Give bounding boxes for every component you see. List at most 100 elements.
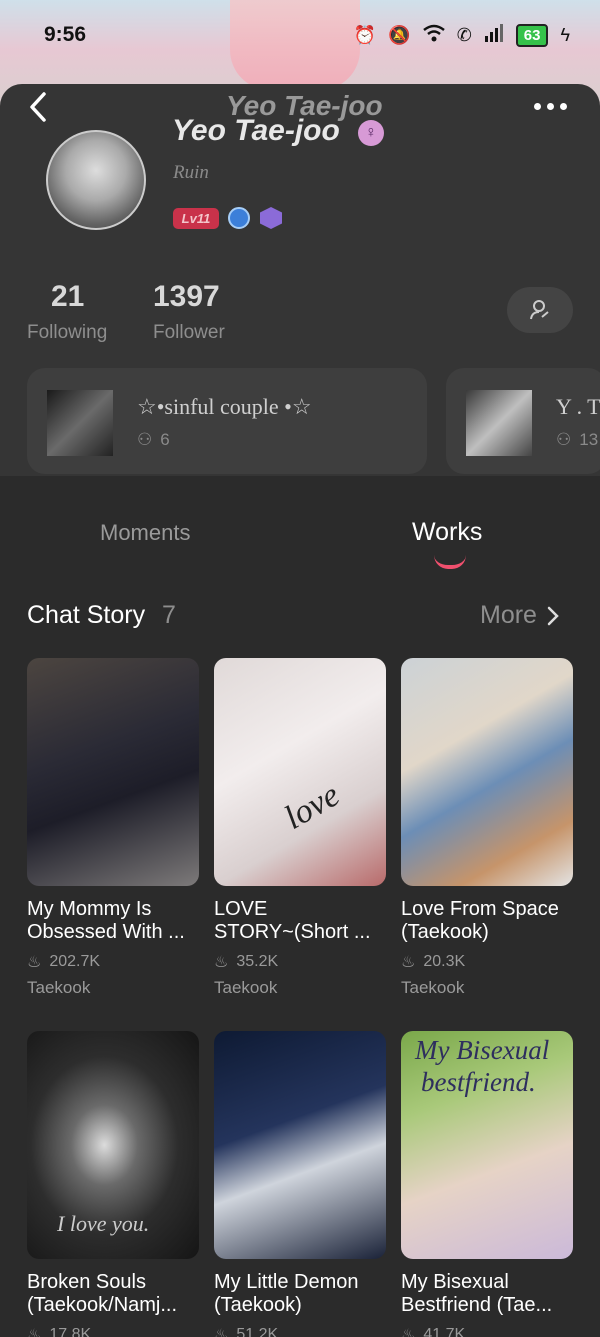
profile-bio: Ruin <box>173 162 209 183</box>
group-card[interactable]: ☆•sinful couple •☆ ⚇ 6 <box>27 368 427 474</box>
story-card[interactable]: My Little Demon (Taekook) ♨ 51.2K <box>214 1031 386 1337</box>
members-count: 6 <box>160 430 170 449</box>
follower-stat[interactable]: 1397 Follower <box>153 280 225 344</box>
story-views: ♨ 35.2K <box>214 952 386 972</box>
story-title-line: Love From Space <box>401 898 559 920</box>
more-options-button[interactable] <box>534 96 574 116</box>
story-title: My Mommy Is Obsessed With ... <box>27 898 199 944</box>
story-views: ♨ 41.7K <box>401 1325 573 1337</box>
more-dot-icon <box>547 102 554 110</box>
story-card[interactable]: I love you. Broken Souls (Taekook/Namj..… <box>27 1031 199 1337</box>
follower-count: 1397 <box>153 280 220 313</box>
fire-icon: ♨ <box>214 954 229 971</box>
members-count: 13 <box>579 430 599 449</box>
group-members: ⚇ 13 <box>556 430 598 450</box>
chevron-right-icon <box>547 606 559 625</box>
views-count: 51.2K <box>236 1326 279 1337</box>
blue-badge-icon[interactable] <box>228 207 250 229</box>
profile-name: Yeo Tae-joo <box>172 114 340 147</box>
group-members: ⚇ 6 <box>137 430 170 450</box>
story-tag: Taekook <box>401 978 465 997</box>
story-tag: Taekook <box>214 978 278 997</box>
story-title-line: Bestfriend (Tae... <box>401 1294 553 1316</box>
group-title: Y . T <box>556 394 600 419</box>
story-title-line: Broken Souls <box>27 1271 146 1293</box>
story-tag: Taekook <box>27 978 91 997</box>
cover-lettering: My Bisexual <box>415 1035 550 1065</box>
story-card[interactable]: Love From Space (Taekook) ♨ 20.3K Taekoo… <box>401 658 573 998</box>
fire-icon: ♨ <box>27 1327 42 1337</box>
story-cover <box>401 658 573 886</box>
call-icon: ✆ <box>456 24 472 45</box>
views-count: 20.3K <box>423 953 466 970</box>
story-card[interactable]: My Mommy Is Obsessed With ... ♨ 202.7K T… <box>27 658 199 998</box>
story-title-line: (Taekook) <box>401 921 489 943</box>
more-link[interactable]: More <box>480 601 559 630</box>
story-title: My Little Demon (Taekook) <box>214 1271 386 1317</box>
following-label: Following <box>27 322 108 343</box>
status-icons: ⏰ 🔕 ✆ 63 ϟ <box>353 23 570 47</box>
group-card[interactable]: Y . T ⚇ 13 <box>446 368 600 474</box>
story-title-line: My Little Demon <box>214 1271 359 1293</box>
fire-icon: ♨ <box>401 954 416 971</box>
user-icon <box>530 300 549 320</box>
following-stat[interactable]: 21 Following <box>27 280 107 344</box>
cover-lettering: I love you. <box>57 1211 150 1236</box>
section-title: Chat Story <box>27 601 146 629</box>
views-count: 41.7K <box>423 1326 466 1337</box>
tab-works[interactable]: Works <box>412 518 482 547</box>
section-count: 7 <box>162 601 176 629</box>
views-count: 35.2K <box>236 953 279 970</box>
story-views: ♨ 17.8K <box>27 1325 199 1337</box>
story-card[interactable]: My Bisexual bestfriend. My Bisexual Best… <box>401 1031 573 1337</box>
follow-button[interactable] <box>507 287 573 333</box>
story-card[interactable]: love LOVE STORY~(Short ... ♨ 35.2K Taeko… <box>214 658 386 998</box>
story-views: ♨ 20.3K <box>401 952 573 972</box>
members-icon: ⚇ <box>137 430 153 449</box>
members-icon: ⚇ <box>556 430 572 449</box>
cover-lettering: bestfriend. <box>421 1067 536 1097</box>
story-cover <box>27 658 199 886</box>
story-title-line: My Mommy Is <box>27 898 152 920</box>
story-cover: love <box>214 658 386 886</box>
tab-moments[interactable]: Moments <box>100 520 190 546</box>
group-title: ☆•sinful couple •☆ <box>137 394 312 419</box>
mute-icon: 🔕 <box>388 24 411 45</box>
group-thumbnail <box>466 390 532 456</box>
follower-label: Follower <box>153 322 225 343</box>
following-count: 21 <box>51 280 85 313</box>
story-title: Love From Space (Taekook) <box>401 898 573 944</box>
fire-icon: ♨ <box>214 1327 229 1337</box>
status-bar: 9:56 ⏰ 🔕 ✆ 63 ϟ <box>0 0 600 70</box>
story-title: My Bisexual Bestfriend (Tae... <box>401 1271 573 1317</box>
story-cover: I love you. <box>27 1031 199 1259</box>
battery-indicator: 63 <box>515 23 549 47</box>
story-title-line: Obsessed With ... <box>27 921 185 943</box>
story-title-line: LOVE <box>214 898 268 920</box>
fire-icon: ♨ <box>27 954 42 971</box>
more-dot-icon <box>534 102 541 110</box>
fire-icon: ♨ <box>401 1327 416 1337</box>
story-title-line: (Taekook/Namj... <box>27 1294 178 1316</box>
story-cover <box>214 1031 386 1259</box>
female-icon: ♀ <box>358 120 384 146</box>
avatar[interactable] <box>46 130 146 230</box>
story-title: Broken Souls (Taekook/Namj... <box>27 1271 199 1317</box>
views-count: 17.8K <box>49 1326 92 1337</box>
wifi-icon <box>422 24 445 47</box>
story-views: ♨ 51.2K <box>214 1325 386 1337</box>
story-title-line: (Taekook) <box>214 1294 302 1316</box>
status-time: 9:56 <box>44 23 87 46</box>
story-title-line: STORY~(Short ... <box>214 921 371 943</box>
back-button[interactable] <box>24 90 54 124</box>
signal-icon <box>484 23 504 47</box>
more-dot-icon <box>560 102 567 110</box>
story-cover: My Bisexual bestfriend. <box>401 1031 573 1259</box>
views-count: 202.7K <box>49 953 101 970</box>
more-label: More <box>480 601 537 629</box>
alarm-icon: ⏰ <box>353 24 377 45</box>
story-title: LOVE STORY~(Short ... <box>214 898 386 944</box>
level-badge[interactable]: Lv11 <box>173 208 219 229</box>
cover-lettering: love <box>278 776 346 837</box>
story-views: ♨ 202.7K <box>27 952 199 972</box>
